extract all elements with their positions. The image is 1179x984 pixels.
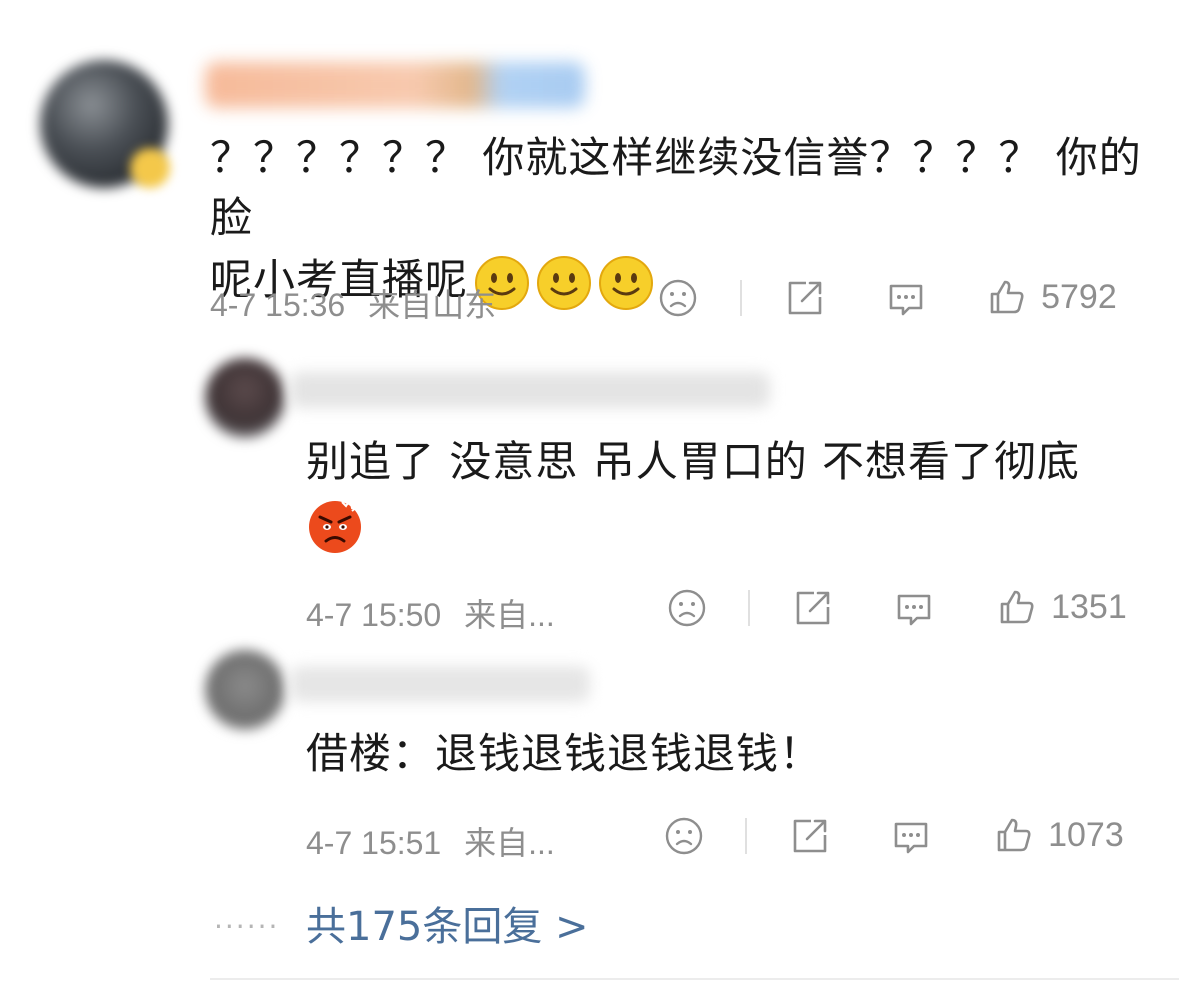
comment-location: 来自山东 xyxy=(368,287,497,323)
more-replies-link[interactable]: 共175条回复 > xyxy=(306,894,589,952)
share-icon[interactable] xyxy=(792,587,834,629)
like-button[interactable]: 5792 xyxy=(986,276,1117,318)
comment-time: 4-7 15:36 xyxy=(210,287,346,323)
reply-location: 来自... xyxy=(464,597,555,633)
smile-emoji-icon xyxy=(537,255,592,310)
reply-time: 4-7 15:50 xyxy=(306,597,442,633)
sad-face-icon[interactable] xyxy=(667,588,707,628)
thumbs-up-icon xyxy=(990,280,1024,314)
sad-face-icon[interactable] xyxy=(658,278,698,318)
thumbs-up-icon xyxy=(997,818,1031,852)
avatar[interactable] xyxy=(205,650,285,730)
divider xyxy=(740,280,742,316)
like-button[interactable]: 1351 xyxy=(996,586,1127,628)
avatar[interactable] xyxy=(205,358,285,438)
reply-text: 借楼：退钱退钱退钱退钱！ xyxy=(306,729,823,778)
angry-emoji-icon xyxy=(309,497,361,553)
reply-text: 别追了 没意思 吊人胃口的 不想看了彻底 xyxy=(306,432,1146,570)
smile-emoji-icon xyxy=(599,255,654,310)
comment-icon[interactable] xyxy=(885,278,927,320)
like-count: 1351 xyxy=(1051,587,1127,626)
vip-badge xyxy=(130,148,170,188)
like-count: 1073 xyxy=(1048,815,1124,854)
share-icon[interactable] xyxy=(784,277,826,319)
sad-face-icon[interactable] xyxy=(664,816,704,856)
comment-icon[interactable] xyxy=(890,816,932,858)
like-button[interactable]: 1073 xyxy=(993,814,1124,856)
divider xyxy=(210,978,1179,980)
comment-text-line1: ？？？？？？ 你就这样继续没信誉？？？？ 你的脸 xyxy=(210,133,1142,242)
divider xyxy=(745,818,747,854)
reply-time: 4-7 15:51 xyxy=(306,825,442,861)
thumbs-up-icon xyxy=(1000,590,1034,624)
username-blurred[interactable] xyxy=(290,372,770,408)
like-count: 5792 xyxy=(1041,277,1117,316)
divider xyxy=(748,590,750,626)
reply-location: 来自... xyxy=(464,825,555,861)
comment-icon[interactable] xyxy=(893,588,935,630)
username-blurred[interactable] xyxy=(290,666,590,702)
reply-text-line1: 别追了 没意思 吊人胃口的 不想看了彻底 xyxy=(306,437,1081,486)
share-icon[interactable] xyxy=(789,815,831,857)
more-dots: ...... xyxy=(214,902,280,935)
username-blurred[interactable] xyxy=(205,62,585,108)
